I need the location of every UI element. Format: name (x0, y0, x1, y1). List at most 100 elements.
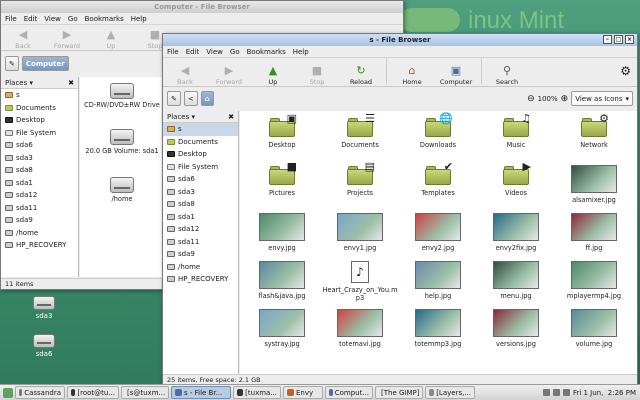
image-file-item[interactable]: versions.jpg (478, 309, 554, 348)
place-item[interactable]: sda12 (1, 189, 78, 202)
back-button[interactable]: ◀ Back (163, 64, 207, 86)
minimize-button[interactable]: – (603, 35, 612, 44)
image-file-item[interactable]: alsamixer.jpg (556, 165, 632, 204)
desktop-drive-sda6[interactable]: sda6 (24, 334, 64, 358)
clock[interactable]: Fri 1 Jun, 2:26 PM (573, 389, 636, 397)
window-titlebar[interactable]: Computer - File Browser (1, 1, 403, 13)
image-file-item[interactable]: envy1.jpg (322, 213, 398, 252)
menu-go[interactable]: Go (68, 15, 78, 23)
place-item[interactable]: sda6 (1, 139, 78, 152)
menu-view[interactable]: View (206, 48, 223, 56)
menu-edit[interactable]: Edit (186, 48, 200, 56)
place-item[interactable]: HP_RECOVERY (1, 239, 78, 252)
image-file-item[interactable]: mplayermp4.jpg (556, 261, 632, 300)
taskbar-task-button[interactable]: [root@tu... (67, 386, 119, 399)
menu-view[interactable]: View (44, 15, 61, 23)
drive-item[interactable]: 20.0 GB Volume: sda1 (82, 129, 162, 155)
close-sidebar-icon[interactable]: ✖ (228, 113, 234, 121)
close-sidebar-icon[interactable]: ✖ (68, 79, 74, 87)
path-scroll-left-button[interactable]: < (183, 91, 198, 106)
location-computer-button[interactable]: Computer (21, 56, 69, 71)
desktop-drive-sda3[interactable]: sda3 (24, 296, 64, 320)
image-file-item[interactable]: ff.jpg (556, 213, 632, 252)
edit-location-button[interactable]: ✎ (167, 91, 181, 106)
volume-icon[interactable] (552, 389, 560, 396)
image-file-item[interactable]: envy2fix.jpg (478, 213, 554, 252)
search-button[interactable]: ⚲ Search (485, 64, 529, 86)
image-file-item[interactable]: envy2.jpg (400, 213, 476, 252)
place-item[interactable]: /home (163, 261, 238, 274)
place-item[interactable]: Documents (163, 136, 238, 149)
folder-item[interactable]: ☰ Documents (322, 113, 398, 150)
taskbar-task-button[interactable]: [Layers,... (425, 386, 475, 399)
maximize-button[interactable]: □ (614, 35, 623, 44)
place-item[interactable]: File System (163, 161, 238, 174)
zoom-in-icon[interactable]: ⊕ (561, 94, 569, 104)
forward-button[interactable]: ▶ Forward (207, 64, 251, 86)
place-item[interactable]: sda1 (163, 211, 238, 224)
drive-item[interactable]: CD-RW/DVD±RW Drive (82, 83, 162, 109)
menu-launcher-icon[interactable] (3, 387, 13, 398)
place-item[interactable]: sda12 (163, 223, 238, 236)
reload-button[interactable]: ↻ Reload (339, 64, 383, 86)
up-button[interactable]: ▲ Up (251, 64, 295, 86)
image-file-item[interactable]: help.jpg (400, 261, 476, 300)
image-file-item[interactable]: totemavi.jpg (322, 309, 398, 348)
up-button[interactable]: ▲ Up (89, 28, 133, 50)
place-item[interactable]: sda11 (163, 236, 238, 249)
menu-bookmarks[interactable]: Bookmarks (85, 15, 124, 23)
view-mode-select[interactable]: View as Icons ▾ (571, 91, 633, 106)
audio-file-item[interactable]: ♪ Heart_Crazy_on_You.mp3 (322, 261, 398, 302)
home-button[interactable]: ⌂ Home (390, 64, 434, 86)
place-item[interactable]: sda11 (1, 202, 78, 215)
menu-go[interactable]: Go (230, 48, 240, 56)
menu-edit[interactable]: Edit (24, 15, 38, 23)
place-item[interactable]: Desktop (163, 148, 238, 161)
image-file-item[interactable]: systray.jpg (244, 309, 320, 348)
place-item[interactable]: sda1 (1, 177, 78, 190)
folder-item[interactable]: ▶ Videos (478, 161, 554, 197)
folder-item[interactable]: ■ Pictures (244, 161, 320, 198)
image-file-item[interactable]: flash&java.jpg (244, 261, 320, 300)
folder-item[interactable]: ✔ Templates (400, 161, 476, 198)
window-titlebar[interactable]: s - File Browser – □ × (163, 34, 637, 46)
image-file-item[interactable]: envy.jpg (244, 213, 320, 252)
place-item[interactable]: HP_RECOVERY (163, 273, 238, 286)
folder-item[interactable]: ▣ Desktop (244, 113, 320, 150)
taskbar-task-button[interactable]: [s@tuxm... (121, 386, 169, 399)
edit-location-button[interactable]: ✎ (5, 56, 19, 71)
taskbar-task-button[interactable]: [tuxma... (233, 386, 281, 399)
menu-file[interactable]: File (167, 48, 179, 56)
menu-help[interactable]: Help (131, 15, 147, 23)
place-item[interactable]: sda9 (163, 248, 238, 261)
forward-button[interactable]: ▶ Forward (45, 28, 89, 50)
place-item[interactable]: sda8 (163, 198, 238, 211)
menu-help[interactable]: Help (293, 48, 309, 56)
taskbar-task-button[interactable]: Envy (283, 386, 323, 399)
place-item[interactable]: Desktop (1, 114, 78, 127)
place-item[interactable]: sda3 (1, 152, 78, 165)
folder-item[interactable]: ♫ Music (478, 113, 554, 149)
location-home-button[interactable]: ⌂ (200, 91, 214, 106)
place-item[interactable]: s (1, 89, 78, 102)
place-item[interactable]: sda8 (1, 164, 78, 177)
stop-button[interactable]: ■ Stop (295, 64, 339, 86)
places-selector[interactable]: Places ▾ (5, 79, 33, 87)
place-item-selected[interactable]: s (163, 123, 238, 136)
zoom-out-icon[interactable]: ⊖ (527, 94, 535, 104)
menu-bookmarks[interactable]: Bookmarks (247, 48, 286, 56)
taskbar-task-button[interactable]: Cassandra (15, 386, 65, 399)
taskbar-task-button[interactable]: [The GIMP] (375, 386, 423, 399)
taskbar-task-button[interactable]: Comput... (325, 386, 373, 399)
computer-button[interactable]: ▣ Computer (434, 64, 478, 86)
close-button[interactable]: × (625, 35, 634, 44)
menu-file[interactable]: File (5, 15, 17, 23)
place-item[interactable]: /home (1, 227, 78, 240)
update-icon[interactable] (562, 389, 570, 396)
place-item[interactable]: sda6 (163, 173, 238, 186)
taskbar-task-button[interactable]: s - File Br... (171, 386, 231, 399)
place-item[interactable]: File System (1, 127, 78, 140)
folder-item[interactable]: ▤ Projects (322, 161, 398, 197)
place-item[interactable]: sda9 (1, 214, 78, 227)
folder-item[interactable]: ⚙ Network (556, 113, 632, 150)
